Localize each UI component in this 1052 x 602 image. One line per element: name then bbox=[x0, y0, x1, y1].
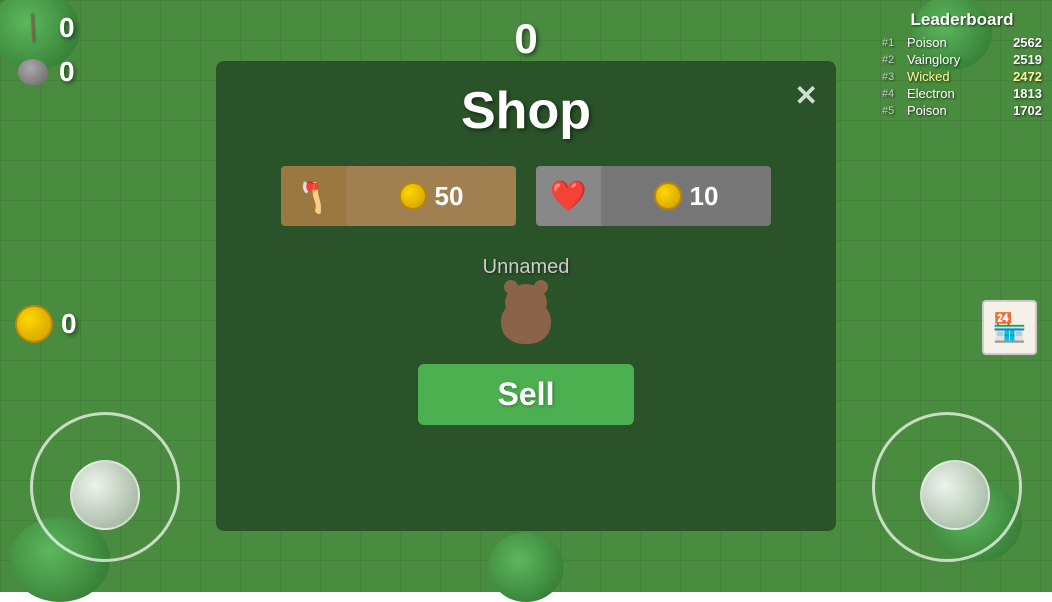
sell-button[interactable]: Sell bbox=[418, 364, 635, 425]
shop-item-axe[interactable]: 🪓 50 bbox=[281, 166, 516, 226]
health-item-price: 10 bbox=[601, 166, 771, 226]
health-price-label: 10 bbox=[690, 181, 719, 212]
axe-item-icon: 🪓 bbox=[281, 166, 346, 226]
player-bear bbox=[496, 284, 556, 344]
shop-title: Shop bbox=[461, 81, 591, 141]
shop-overlay: Shop ✕ 🪓 50 ❤️ 10 bbox=[0, 0, 1052, 592]
axe-coin-icon bbox=[399, 182, 427, 210]
bear-body bbox=[501, 299, 551, 344]
player-name: Unnamed bbox=[483, 256, 570, 279]
shop-item-health[interactable]: ❤️ 10 bbox=[536, 166, 771, 226]
shop-close-button[interactable]: ✕ bbox=[795, 79, 818, 112]
heart-item-icon: ❤️ bbox=[536, 166, 601, 226]
shop-modal: Shop ✕ 🪓 50 ❤️ 10 bbox=[216, 61, 836, 531]
axe-item-price: 50 bbox=[346, 166, 516, 226]
player-area: Unnamed bbox=[483, 256, 570, 344]
axe-price-label: 50 bbox=[435, 181, 464, 212]
shop-items-row: 🪓 50 ❤️ 10 bbox=[281, 166, 771, 226]
health-coin-icon bbox=[654, 182, 682, 210]
